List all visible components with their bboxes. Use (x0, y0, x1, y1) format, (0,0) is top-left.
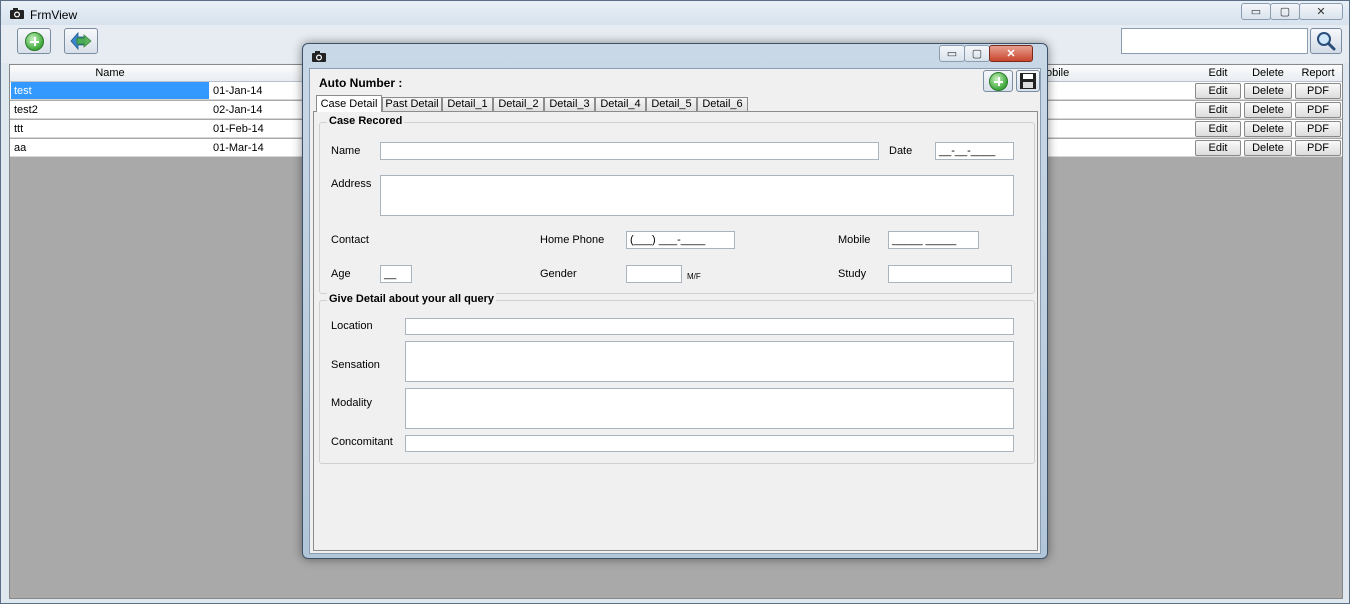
study-label: Study (838, 268, 867, 280)
refresh-button[interactable] (64, 28, 98, 54)
pdf-report-button[interactable]: PDF (1295, 83, 1341, 99)
dialog-add-button[interactable] (983, 70, 1013, 92)
study-input[interactable] (888, 265, 1012, 283)
pdf-report-button[interactable]: PDF (1295, 121, 1341, 137)
minimize-icon: ▭ (946, 48, 958, 60)
date-label: Date (889, 145, 913, 157)
column-header-name[interactable]: Name (10, 67, 210, 79)
name-input[interactable] (380, 142, 879, 160)
minimize-button[interactable]: ▭ (1241, 3, 1271, 20)
column-header-report[interactable]: Report (1294, 67, 1342, 79)
search-input[interactable] (1121, 28, 1308, 54)
gender-label: Gender (540, 268, 577, 280)
close-icon: ✕ (1316, 6, 1326, 18)
column-header-mobile[interactable]: obile (1046, 67, 1069, 79)
transfer-arrows-icon (70, 31, 92, 51)
maximize-icon: ▢ (971, 48, 983, 60)
main-titlebar: FrmView ▭ ▢ ✕ (1, 1, 1349, 25)
column-header-delete[interactable]: Delete (1244, 67, 1292, 79)
edit-button[interactable]: Edit (1195, 140, 1241, 156)
date-input[interactable]: __-__-____ (935, 142, 1014, 160)
cell-name[interactable]: test (11, 82, 209, 99)
floppy-disk-icon (1020, 73, 1036, 89)
contact-label: Contact (331, 234, 369, 246)
magnifier-icon (1317, 32, 1336, 51)
maximize-button[interactable]: ▢ (1270, 3, 1300, 20)
cell-name[interactable]: aa (14, 142, 26, 154)
cell-date[interactable]: 01-Feb-14 (213, 123, 264, 135)
modality-input[interactable] (405, 388, 1014, 429)
main-window-title: FrmView (30, 8, 78, 22)
delete-button[interactable]: Delete (1244, 102, 1292, 118)
tab-page-case-detail: Case Recored Name Date __-__-____ Addres… (313, 111, 1038, 551)
add-record-button[interactable] (17, 28, 51, 54)
address-input[interactable] (380, 175, 1014, 216)
tab-detail-1[interactable]: Detail_1 (442, 97, 493, 111)
edit-button[interactable]: Edit (1195, 83, 1241, 99)
tab-detail-4[interactable]: Detail_4 (595, 97, 646, 111)
close-icon: ✕ (1006, 48, 1016, 60)
dialog-close-button[interactable]: ✕ (989, 45, 1033, 62)
maximize-icon: ▢ (1279, 6, 1291, 18)
sensation-label: Sensation (331, 359, 380, 371)
cell-date[interactable]: 02-Jan-14 (213, 104, 263, 116)
dialog-save-button[interactable] (1016, 70, 1040, 92)
dialog-minimize-button[interactable]: ▭ (939, 45, 965, 62)
mobile-input[interactable]: _____ _____ (888, 231, 979, 249)
minimize-icon: ▭ (1250, 6, 1262, 18)
plus-circle-icon (989, 72, 1008, 91)
search-button[interactable] (1310, 28, 1342, 54)
dialog-body: Auto Number : Case Detail Past Detail De… (309, 68, 1041, 554)
close-button[interactable]: ✕ (1299, 3, 1343, 20)
edit-button[interactable]: Edit (1195, 102, 1241, 118)
home-phone-input[interactable]: (___) ___-____ (626, 231, 735, 249)
tab-detail-5[interactable]: Detail_5 (646, 97, 697, 111)
sensation-input[interactable] (405, 341, 1014, 382)
cell-name[interactable]: ttt (14, 123, 23, 135)
age-label: Age (331, 268, 351, 280)
home-phone-label: Home Phone (540, 234, 605, 246)
age-input[interactable]: __ (380, 265, 412, 283)
case-recored-section: Case Recored Name Date __-__-____ Addres… (319, 115, 1035, 294)
concomitant-label: Concomitant (331, 436, 393, 448)
cell-name[interactable]: test2 (14, 104, 38, 116)
tab-detail-2[interactable]: Detail_2 (493, 97, 544, 111)
case-dialog: ▭ ▢ ✕ Auto Number : Case Detail Past Det… (302, 43, 1048, 559)
camera-icon (312, 51, 326, 62)
address-label: Address (331, 178, 372, 190)
pdf-report-button[interactable]: PDF (1295, 102, 1341, 118)
main-window-controls: ▭ ▢ ✕ (1241, 3, 1343, 20)
query-detail-title: Give Detail about your all query (327, 293, 497, 305)
location-input[interactable] (405, 318, 1014, 335)
location-label: Location (331, 320, 373, 332)
query-detail-section: Give Detail about your all query Locatio… (319, 293, 1035, 464)
cell-date[interactable]: 01-Mar-14 (213, 142, 264, 154)
pdf-report-button[interactable]: PDF (1295, 140, 1341, 156)
column-header-edit[interactable]: Edit (1194, 67, 1242, 79)
modality-label: Modality (331, 397, 372, 409)
tab-detail-3[interactable]: Detail_3 (544, 97, 595, 111)
concomitant-input[interactable] (405, 435, 1014, 452)
cell-date[interactable]: 01-Jan-14 (213, 85, 263, 97)
tab-detail-6[interactable]: Detail_6 (697, 97, 748, 111)
case-recored-title: Case Recored (327, 115, 405, 127)
mobile-label: Mobile (838, 234, 871, 246)
name-label: Name (331, 145, 361, 157)
plus-circle-icon (25, 32, 44, 51)
delete-button[interactable]: Delete (1244, 121, 1292, 137)
dialog-maximize-button[interactable]: ▢ (964, 45, 990, 62)
auto-number-label: Auto Number : (319, 76, 403, 90)
tab-case-detail[interactable]: Case Detail (316, 95, 382, 112)
edit-button[interactable]: Edit (1195, 121, 1241, 137)
tab-past-detail[interactable]: Past Detail (382, 97, 442, 111)
delete-button[interactable]: Delete (1244, 140, 1292, 156)
dialog-window-controls: ▭ ▢ ✕ (939, 45, 1033, 62)
gender-input[interactable] (626, 265, 682, 283)
camera-icon (10, 8, 24, 19)
gender-hint: M/F (687, 272, 701, 281)
delete-button[interactable]: Delete (1244, 83, 1292, 99)
